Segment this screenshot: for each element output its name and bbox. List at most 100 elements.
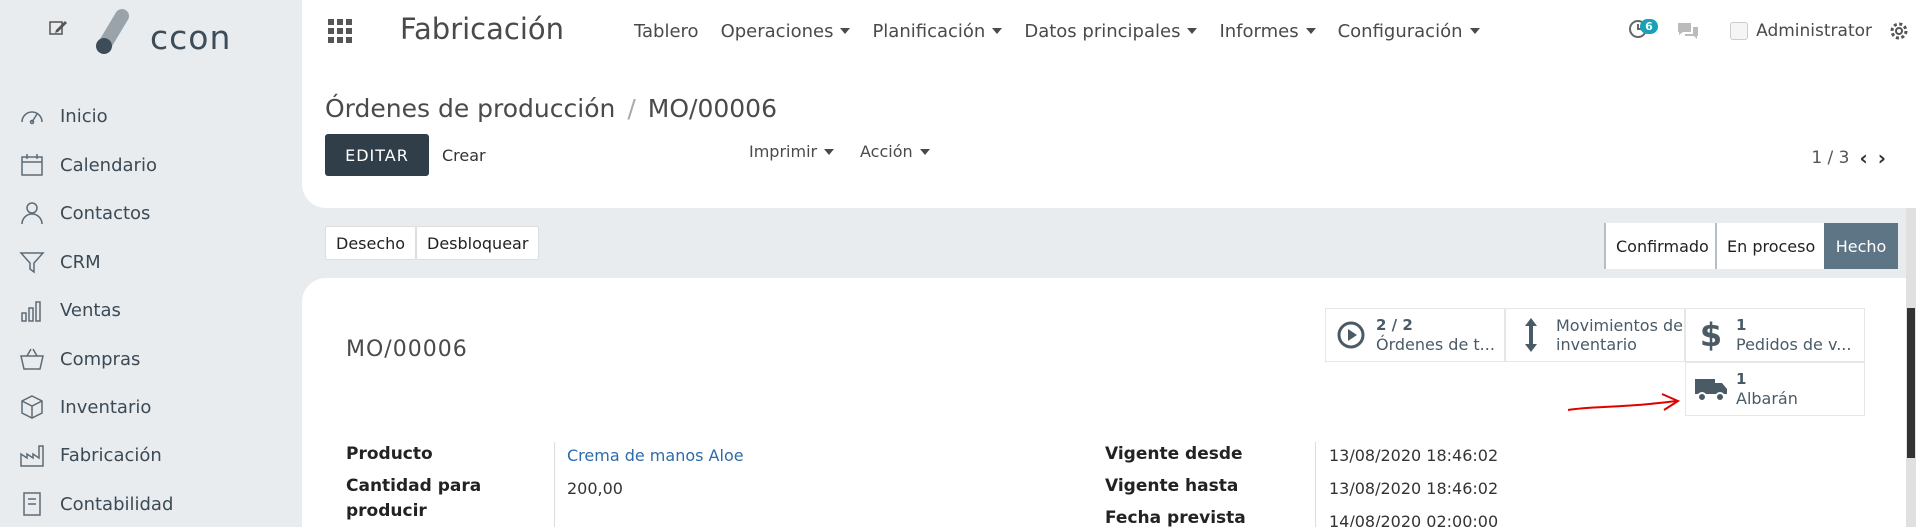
picking-button[interactable]: 1 Albarán — [1685, 362, 1865, 416]
work-orders-label: Órdenes de t... — [1376, 335, 1495, 354]
sidebar-item-label: Contactos — [60, 202, 151, 224]
breadcrumb-current: MO/00006 — [647, 94, 777, 123]
stage-hecho[interactable]: Hecho — [1824, 223, 1898, 269]
user-icon — [18, 199, 46, 227]
box-icon — [18, 393, 46, 421]
breadcrumb-parent[interactable]: Órdenes de producción — [325, 94, 615, 123]
bar-chart-icon — [18, 296, 46, 324]
sales-orders-button[interactable]: $ 1 Pedidos de v... — [1685, 308, 1865, 362]
sidebar-item-label: Ventas — [60, 299, 121, 321]
scrollbar-thumb[interactable] — [1907, 308, 1915, 458]
sidebar-item-inventario[interactable]: Inventario — [18, 387, 288, 427]
factory-icon — [18, 441, 46, 469]
action-dropdown[interactable]: Acción — [860, 142, 930, 161]
company-logo: ccon — [92, 6, 242, 64]
scrollbar[interactable] — [1906, 208, 1916, 527]
annotation-arrow-icon — [1567, 393, 1681, 411]
chevron-left-icon[interactable]: ‹ — [1860, 146, 1868, 170]
app-title: Fabricación — [400, 12, 565, 46]
record-name: MO/00006 — [346, 337, 468, 362]
work-orders-button[interactable]: 2 / 2 Órdenes de t... — [1325, 308, 1505, 362]
caret-down-icon — [824, 148, 835, 155]
caret-down-icon — [1469, 28, 1480, 34]
product-value[interactable]: Crema de manos Aloe — [567, 446, 744, 465]
control-panel: Órdenes de producción / MO/00006 EDITAR … — [302, 62, 1916, 208]
work-orders-count: 2 / 2 — [1376, 316, 1413, 334]
sidebar-item-inicio[interactable]: Inicio — [18, 96, 288, 136]
print-dropdown[interactable]: Imprimir — [749, 142, 835, 161]
picking-label: Albarán — [1736, 389, 1798, 408]
edit-button[interactable]: EDITAR — [325, 134, 429, 176]
chevron-right-icon[interactable]: › — [1878, 146, 1886, 170]
inventory-moves-button[interactable]: Movimientos de inventario — [1505, 308, 1685, 362]
menu-configuracion[interactable]: Configuración — [1338, 21, 1480, 42]
systray: 6 Administrator — [1628, 0, 1916, 62]
sidebar-item-label: Fabricación — [60, 444, 162, 466]
breadcrumb: Órdenes de producción / MO/00006 — [325, 94, 777, 123]
edit-icon[interactable] — [48, 18, 68, 38]
sidebar-item-calendario[interactable]: Calendario — [18, 145, 288, 185]
menu-datos-principales[interactable]: Datos principales — [1024, 21, 1198, 42]
logo-mark-icon — [96, 9, 129, 54]
activity-icon[interactable]: 6 — [1628, 19, 1658, 43]
menu-planificacion[interactable]: Planificación — [872, 21, 1003, 42]
chat-icon[interactable] — [1676, 20, 1700, 42]
valid-to-label: Vigente hasta — [1105, 476, 1239, 496]
dashboard-icon — [18, 102, 46, 130]
quantity-label-2: producir — [346, 501, 427, 521]
sidebar-item-fabricacion[interactable]: Fabricación — [18, 435, 288, 475]
invoice-icon — [18, 490, 46, 518]
sales-label: Pedidos de v... — [1736, 335, 1852, 354]
valid-from-value: 13/08/2020 18:46:02 — [1329, 446, 1499, 465]
sidebar-item-label: CRM — [60, 251, 101, 273]
sales-count: 1 — [1736, 316, 1747, 334]
pager-value[interactable]: 1 / 3 — [1811, 148, 1849, 168]
apps-menu-icon[interactable] — [328, 19, 352, 43]
user-avatar[interactable] — [1730, 22, 1749, 40]
sidebar-item-compras[interactable]: Compras — [18, 339, 288, 379]
gear-icon[interactable] — [1888, 20, 1910, 42]
filter-icon — [18, 248, 46, 276]
status-bar: Desecho Desbloquear Confirmado En proces… — [302, 208, 1916, 278]
dollar-icon: $ — [1699, 316, 1723, 354]
sidebar-item-label: Contabilidad — [60, 493, 174, 515]
pager: 1 / 3 ‹ › — [1811, 146, 1886, 170]
inventory-moves-label-2: inventario — [1556, 335, 1637, 354]
unlock-button[interactable]: Desbloquear — [416, 226, 540, 260]
sidebar-item-crm[interactable]: CRM — [18, 242, 288, 282]
product-label: Producto — [346, 444, 433, 464]
create-button[interactable]: Crear — [442, 146, 486, 165]
field-divider — [554, 442, 555, 527]
menu-informes[interactable]: Informes — [1219, 21, 1316, 42]
sidebar-item-label: Inicio — [60, 105, 108, 127]
sidebar-item-contabilidad[interactable]: Contabilidad — [18, 484, 288, 524]
sidebar: ccon Inicio Calendario Contactos CRM Ven… — [0, 0, 302, 527]
play-circle-icon — [1326, 320, 1376, 350]
sidebar-item-ventas[interactable]: Ventas — [18, 290, 288, 330]
sidebar-item-contactos[interactable]: Contactos — [18, 193, 288, 233]
logo-text: ccon — [150, 18, 232, 57]
quantity-label-1: Cantidad para — [346, 476, 482, 496]
breadcrumb-separator: / — [627, 94, 636, 123]
main-menu: Tablero Operaciones Planificación Datos … — [634, 0, 1502, 62]
sidebar-item-label: Inventario — [60, 396, 152, 418]
inventory-moves-label-1: Movimientos de — [1556, 316, 1684, 335]
stage-en-proceso[interactable]: En proceso — [1715, 223, 1826, 269]
activity-count-badge: 6 — [1640, 19, 1658, 34]
caret-down-icon — [1187, 28, 1198, 34]
user-name[interactable]: Administrator — [1756, 21, 1872, 41]
caret-down-icon — [992, 28, 1003, 34]
planned-date-value: 14/08/2020 02:00:00 — [1329, 512, 1499, 527]
scrap-button[interactable]: Desecho — [325, 226, 417, 260]
truck-icon — [1686, 376, 1736, 402]
stage-confirmado[interactable]: Confirmado — [1604, 223, 1719, 269]
valid-to-value: 13/08/2020 18:46:02 — [1329, 479, 1499, 498]
menu-tablero[interactable]: Tablero — [634, 21, 699, 42]
sidebar-item-label: Compras — [60, 348, 141, 370]
valid-from-label: Vigente desde — [1105, 444, 1243, 464]
caret-down-icon — [919, 148, 930, 155]
field-divider — [1315, 442, 1316, 527]
planned-date-label: Fecha prevista — [1105, 508, 1246, 527]
calendar-icon — [18, 151, 46, 179]
menu-operaciones[interactable]: Operaciones — [721, 21, 851, 42]
